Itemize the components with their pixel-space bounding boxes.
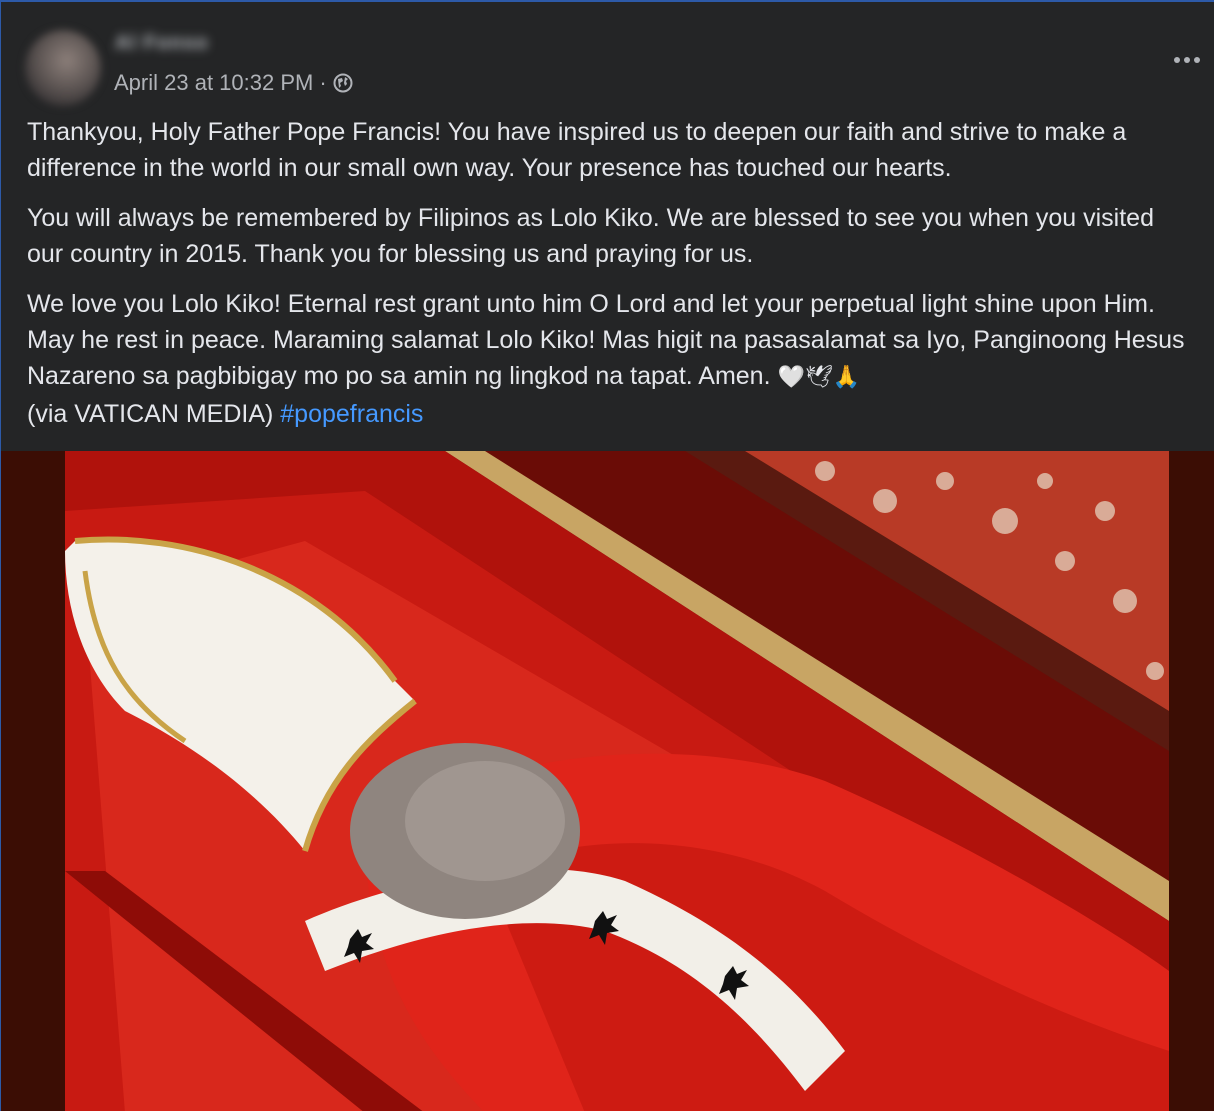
post-paragraph: We love you Lolo Kiko! Eternal rest gran…	[27, 286, 1197, 432]
emoji-sequence: 🤍🕊🙏	[777, 365, 861, 390]
hashtag-link[interactable]: #popefrancis	[280, 400, 423, 428]
post-photo[interactable]	[65, 451, 1169, 1111]
feed-post: Al Fonso April 23 at 10:32 PM · Thankyou…	[0, 0, 1214, 1111]
timestamp-link[interactable]: April 23 at 10:32 PM	[114, 70, 313, 96]
post-header: Al Fonso April 23 at 10:32 PM ·	[1, 2, 1214, 112]
globe-icon[interactable]	[333, 73, 353, 93]
post-meta: April 23 at 10:32 PM ·	[114, 70, 353, 96]
author-name[interactable]: Al Fonso	[115, 32, 209, 55]
media-credit: (via VATICAN MEDIA)	[27, 400, 274, 428]
more-horizontal-icon[interactable]	[1169, 48, 1205, 72]
post-media[interactable]	[1, 451, 1214, 1111]
post-text: Thankyou, Holy Father Pope Francis! You …	[27, 114, 1197, 432]
avatar[interactable]	[25, 30, 101, 106]
meta-separator: ·	[319, 70, 327, 95]
post-paragraph-text: We love you Lolo Kiko! Eternal rest gran…	[27, 290, 1185, 390]
post-paragraph: You will always be remembered by Filipin…	[27, 204, 1154, 268]
post-paragraph: Thankyou, Holy Father Pope Francis! You …	[27, 118, 1127, 182]
